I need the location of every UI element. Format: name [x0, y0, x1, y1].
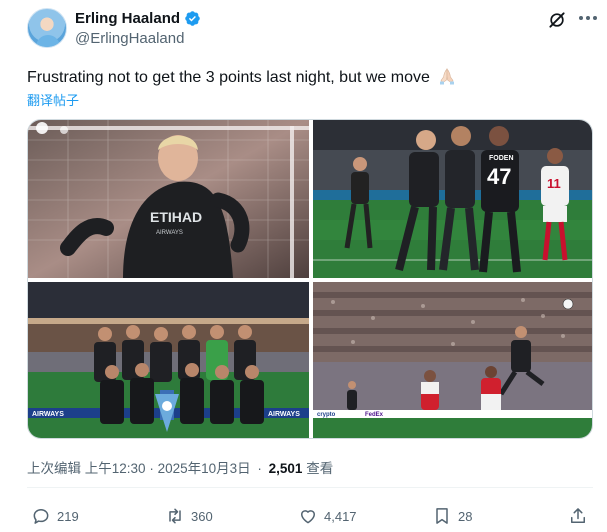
- meta-separator: ·: [257, 461, 262, 476]
- verified-badge-icon: [185, 11, 200, 26]
- svg-text:AIRWAYS: AIRWAYS: [156, 230, 183, 236]
- grok-icon[interactable]: [547, 10, 567, 30]
- timestamp[interactable]: 上午12:30 · 2025年10月3日: [85, 461, 251, 476]
- board-text-airways-left: AIRWAYS: [32, 411, 64, 418]
- more-options-icon[interactable]: [579, 16, 599, 22]
- photo-4[interactable]: crypto FedEx: [313, 282, 592, 438]
- heart-icon: [301, 510, 315, 524]
- tweet-header: Erling Haaland @ErlingHaaland: [27, 8, 597, 52]
- views-label: 查看: [306, 461, 334, 476]
- action-bar: 219 360 4,417 28: [27, 500, 593, 532]
- media-grid: ETIHAD AIRWAYS FODEN 47 11 AIRWAYS AIRWA…: [27, 119, 593, 439]
- time-value: 上午12:30: [84, 461, 146, 476]
- translate-post-link[interactable]: 翻译帖子: [27, 90, 79, 109]
- repost-count: 360: [191, 508, 213, 524]
- views-count: 2,501: [268, 461, 303, 476]
- board-text-crypto: crypto: [317, 412, 336, 418]
- bookmark-icon: [436, 508, 448, 524]
- author-name-row[interactable]: Erling Haaland: [75, 10, 201, 27]
- folded-hands-emoji-icon: [440, 68, 455, 85]
- reply-count: 219: [57, 508, 79, 524]
- share-icon: [571, 508, 585, 523]
- board-text-fedex: FedEx: [365, 412, 384, 418]
- photo-2[interactable]: FODEN 47 11: [313, 120, 592, 278]
- board-text-airways-right: AIRWAYS: [268, 411, 300, 418]
- repost-button[interactable]: 360: [165, 506, 213, 526]
- svg-text:ETIHAD: ETIHAD: [150, 209, 202, 225]
- bookmark-button[interactable]: 28: [432, 506, 472, 526]
- tweet-text: Frustrating not to get the 3 points last…: [27, 66, 457, 88]
- photo-3[interactable]: AIRWAYS AIRWAYS: [28, 282, 309, 438]
- divider: [27, 487, 593, 488]
- photo-3-image: AIRWAYS AIRWAYS: [28, 282, 309, 438]
- bookmark-count: 28: [458, 508, 473, 524]
- share-button[interactable]: [568, 506, 588, 526]
- author-handle[interactable]: @ErlingHaaland: [75, 30, 184, 47]
- like-count: 4,417: [324, 508, 357, 524]
- display-name[interactable]: Erling Haaland: [75, 10, 180, 27]
- date-value: 2025年10月3日: [157, 461, 251, 476]
- avatar[interactable]: [27, 8, 67, 48]
- like-button[interactable]: 4,417: [298, 506, 357, 526]
- edited-label[interactable]: 上次编辑: [27, 461, 81, 476]
- photo-4-image: crypto FedEx: [313, 282, 592, 438]
- repost-icon: [169, 508, 181, 524]
- tweet-text-content: Frustrating not to get the 3 points last…: [27, 69, 430, 86]
- jersey-number-47: 47: [487, 164, 511, 189]
- photo-1[interactable]: ETIHAD AIRWAYS: [28, 120, 309, 278]
- photo-2-image: FODEN 47 11: [313, 120, 592, 278]
- jersey-number-11: 11: [547, 176, 561, 191]
- reply-button[interactable]: 219: [31, 506, 79, 526]
- reply-icon: [33, 509, 49, 524]
- shirt-name-label: FODEN: [489, 155, 514, 162]
- photo-1-image: ETIHAD AIRWAYS: [28, 120, 309, 278]
- tweet-meta: 上次编辑 上午12:30 · 2025年10月3日 · 2,501 查看: [27, 457, 333, 477]
